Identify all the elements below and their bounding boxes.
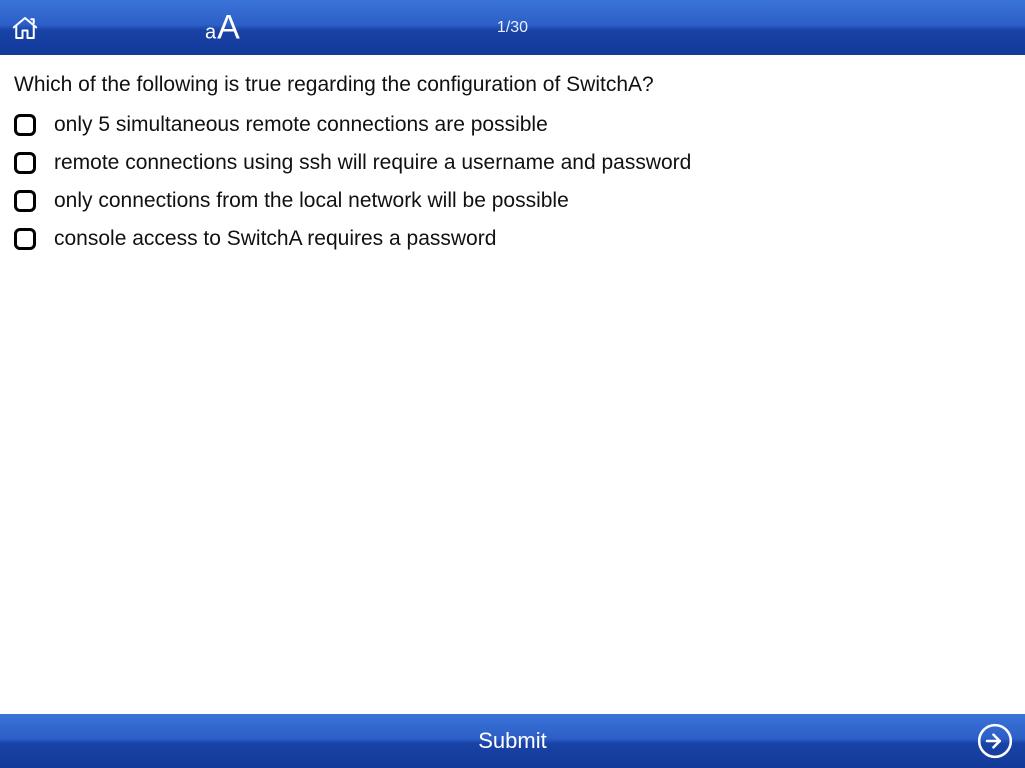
home-icon (10, 13, 40, 43)
font-size-big-a: A (217, 8, 240, 47)
checkbox-icon[interactable] (14, 228, 36, 250)
progress-indicator: 1/30 (497, 19, 528, 37)
bottom-bar: Submit (0, 714, 1025, 768)
option-label: console access to SwitchA requires a pas… (54, 227, 496, 251)
option-label: only connections from the local network … (54, 189, 569, 213)
font-size-small-a: a (205, 21, 216, 44)
top-bar: aA 1/30 (0, 0, 1025, 55)
option-row[interactable]: only 5 simultaneous remote connections a… (14, 113, 1011, 137)
option-row[interactable]: console access to SwitchA requires a pas… (14, 227, 1011, 251)
font-size-button[interactable]: aA (205, 8, 240, 47)
options-list: only 5 simultaneous remote connections a… (14, 113, 1011, 251)
option-label: only 5 simultaneous remote connections a… (54, 113, 548, 137)
option-row[interactable]: only connections from the local network … (14, 189, 1011, 213)
submit-button[interactable]: Submit (478, 728, 546, 754)
checkbox-icon[interactable] (14, 190, 36, 212)
option-label: remote connections using ssh will requir… (54, 151, 691, 175)
arrow-right-circle-icon (976, 722, 1014, 760)
question-text: Which of the following is true regarding… (14, 73, 1011, 97)
question-content: Which of the following is true regarding… (0, 55, 1025, 714)
checkbox-icon[interactable] (14, 152, 36, 174)
next-button[interactable] (975, 721, 1015, 761)
option-row[interactable]: remote connections using ssh will requir… (14, 151, 1011, 175)
checkbox-icon[interactable] (14, 114, 36, 136)
home-button[interactable] (8, 11, 42, 45)
